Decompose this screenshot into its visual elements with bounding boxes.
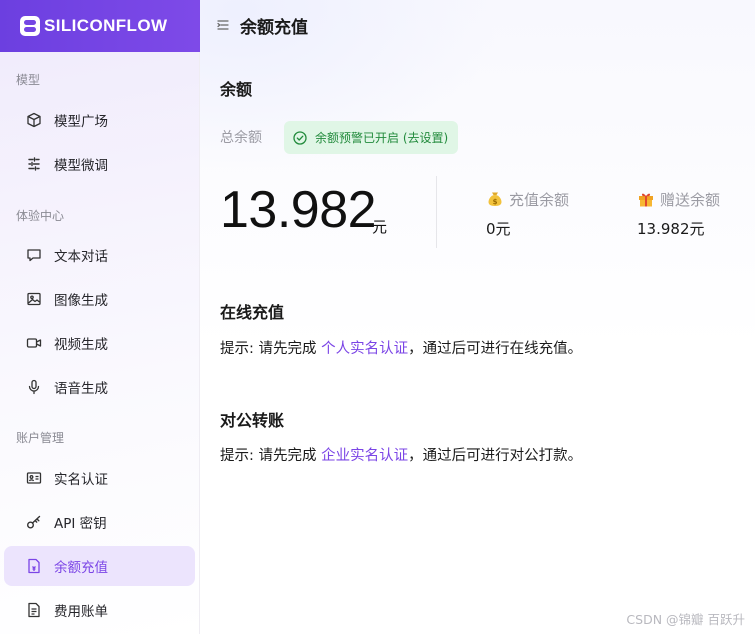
id-card-icon xyxy=(26,470,42,486)
microphone-icon xyxy=(26,379,42,395)
corporate-transfer-heading: 对公转账 xyxy=(220,411,285,430)
sidebar-item-label: 图像生成 xyxy=(54,293,108,309)
video-camera-icon xyxy=(26,335,42,351)
divider xyxy=(436,176,437,248)
collapse-sidebar-icon[interactable] xyxy=(216,18,230,32)
sidebar-item-label: 费用账单 xyxy=(54,604,108,620)
hint-prefix: 提示: 请先完成 xyxy=(220,341,322,357)
svg-text:$: $ xyxy=(493,198,498,206)
sidebar-item-speech-gen[interactable]: 语音生成 xyxy=(4,367,195,407)
sidebar-item-billing[interactable]: 费用账单 xyxy=(4,590,195,630)
sidebar-item-label: 模型微调 xyxy=(54,158,108,174)
balance-heading: 余额 xyxy=(220,80,253,99)
siliconflow-logo-icon xyxy=(20,16,40,36)
check-circle-icon xyxy=(293,130,307,145)
hint-suffix: ，通过后可进行在线充值。 xyxy=(408,341,583,357)
total-balance-amount: 13.982 xyxy=(220,181,377,239)
sidebar-item-text-chat[interactable]: 文本对话 xyxy=(4,235,195,275)
sidebar-item-label: 视频生成 xyxy=(54,337,108,353)
sidebar-item-verification[interactable]: 实名认证 xyxy=(4,458,195,498)
sidebar-item-recharge[interactable]: 余额充值 xyxy=(4,546,195,586)
key-icon xyxy=(26,514,42,530)
sliders-icon xyxy=(26,156,42,172)
sidebar-item-label: 文本对话 xyxy=(54,249,108,265)
sidebar-item-model-square[interactable]: 模型广场 xyxy=(4,100,195,140)
main-content: 余额充值 余额 总余额 余额预警已开启 (去设置) 13.982 元 $ 充值余… xyxy=(200,0,755,634)
money-bag-icon: $ xyxy=(486,190,504,208)
topbar: 余额充值 xyxy=(200,0,755,50)
recharge-balance-value: 0元 xyxy=(486,220,511,238)
sidebar-item-label: 实名认证 xyxy=(54,472,108,488)
total-balance-label: 总余额 xyxy=(220,130,262,146)
sidebar-item-label: 语音生成 xyxy=(54,381,108,397)
sidebar-item-label: 余额充值 xyxy=(54,560,108,576)
chat-bubble-icon xyxy=(26,247,42,263)
enterprise-verification-link[interactable]: 企业实名认证 xyxy=(321,448,408,464)
balance-alert-badge[interactable]: 余额预警已开启 (去设置) xyxy=(284,121,459,154)
gift-icon xyxy=(637,190,655,208)
total-balance-unit: 元 xyxy=(372,218,388,236)
recharge-balance-label: 充值余额 xyxy=(509,190,570,209)
gift-balance: 赠送余额 13.982元 xyxy=(637,188,720,239)
brand-logo[interactable]: SILICONFLOW xyxy=(0,0,200,52)
online-recharge-heading: 在线充值 xyxy=(220,303,285,322)
cube-icon xyxy=(26,112,42,128)
online-recharge-hint: 提示: 请先完成 个人实名认证，通过后可进行在线充值。 xyxy=(220,337,582,358)
sidebar-item-fine-tune[interactable]: 模型微调 xyxy=(4,144,195,184)
personal-verification-link[interactable]: 个人实名认证 xyxy=(321,341,408,357)
sidebar-item-video-gen[interactable]: 视频生成 xyxy=(4,323,195,363)
sidebar-item-api-keys[interactable]: API 密钥 xyxy=(4,502,195,542)
brand-name: SILICONFLOW xyxy=(44,16,168,35)
sidebar-item-image-gen[interactable]: 图像生成 xyxy=(4,279,195,319)
hint-suffix: ，通过后可进行对公打款。 xyxy=(408,448,583,464)
gift-balance-label: 赠送余额 xyxy=(660,190,721,209)
section-title-models: 模型 xyxy=(16,73,41,87)
hint-prefix: 提示: 请先完成 xyxy=(220,448,322,464)
sidebar-item-label: 模型广场 xyxy=(54,114,108,130)
watermark: CSDN @锦瓣 百跃升 xyxy=(626,612,745,627)
page-title: 余额充值 xyxy=(240,17,308,38)
sidebar: SILICONFLOW 模型 模型广场 模型微调 体验中心 文本对话 图像生成 … xyxy=(0,0,200,634)
balance-alert-text: 余额预警已开启 (去设置) xyxy=(315,131,449,145)
recharge-icon xyxy=(26,558,42,574)
recharge-balance: $ 充值余额 0元 xyxy=(486,188,569,239)
corporate-transfer-hint: 提示: 请先完成 企业实名认证，通过后可进行对公打款。 xyxy=(220,444,582,465)
sidebar-item-label: API 密钥 xyxy=(54,516,107,532)
gift-balance-value: 13.982元 xyxy=(637,220,705,238)
section-title-account: 账户管理 xyxy=(16,431,65,445)
image-icon xyxy=(26,291,42,307)
bill-icon xyxy=(26,602,42,618)
section-title-playground: 体验中心 xyxy=(16,209,65,223)
